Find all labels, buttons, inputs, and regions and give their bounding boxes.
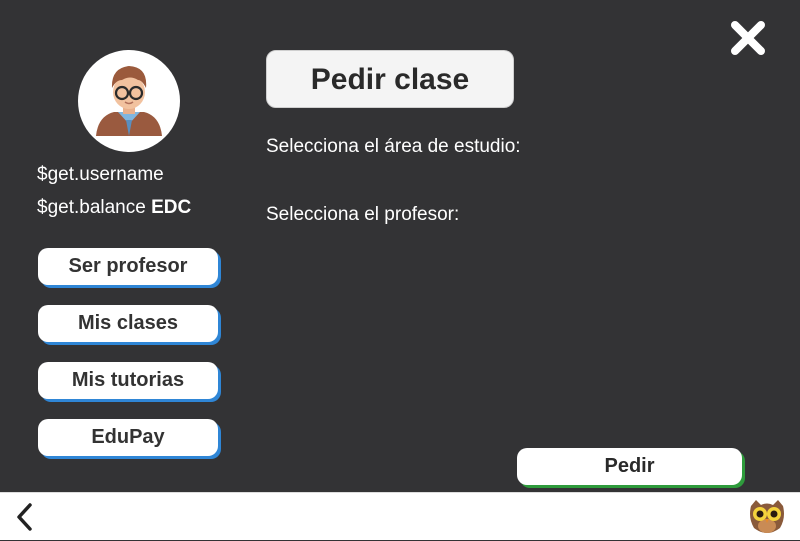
- page-title: Pedir clase: [266, 50, 514, 108]
- balance-line: $get.balance EDC: [37, 197, 191, 219]
- edupay-button[interactable]: EduPay: [38, 419, 218, 456]
- username-label: $get.username: [37, 164, 164, 185]
- bottom-bar: [0, 492, 800, 540]
- close-button[interactable]: [728, 18, 768, 58]
- owl-logo: [746, 498, 788, 536]
- mis-tutorias-button[interactable]: Mis tutorias: [38, 362, 218, 399]
- avatar: [78, 50, 180, 152]
- owl-icon: [750, 500, 784, 533]
- back-button[interactable]: [10, 499, 40, 535]
- teacher-prompt: Selecciona el profesor:: [266, 204, 460, 225]
- user-avatar-icon: [96, 66, 162, 136]
- mis-clases-button[interactable]: Mis clases: [38, 305, 218, 342]
- close-icon: [731, 21, 765, 55]
- chevron-left-icon: [17, 503, 32, 531]
- balance-currency: EDC: [151, 197, 192, 218]
- balance-value: $get.balance: [37, 197, 146, 218]
- pedir-button[interactable]: Pedir: [517, 448, 742, 485]
- ser-profesor-button[interactable]: Ser profesor: [38, 248, 218, 285]
- area-prompt: Selecciona el área de estudio:: [266, 136, 521, 157]
